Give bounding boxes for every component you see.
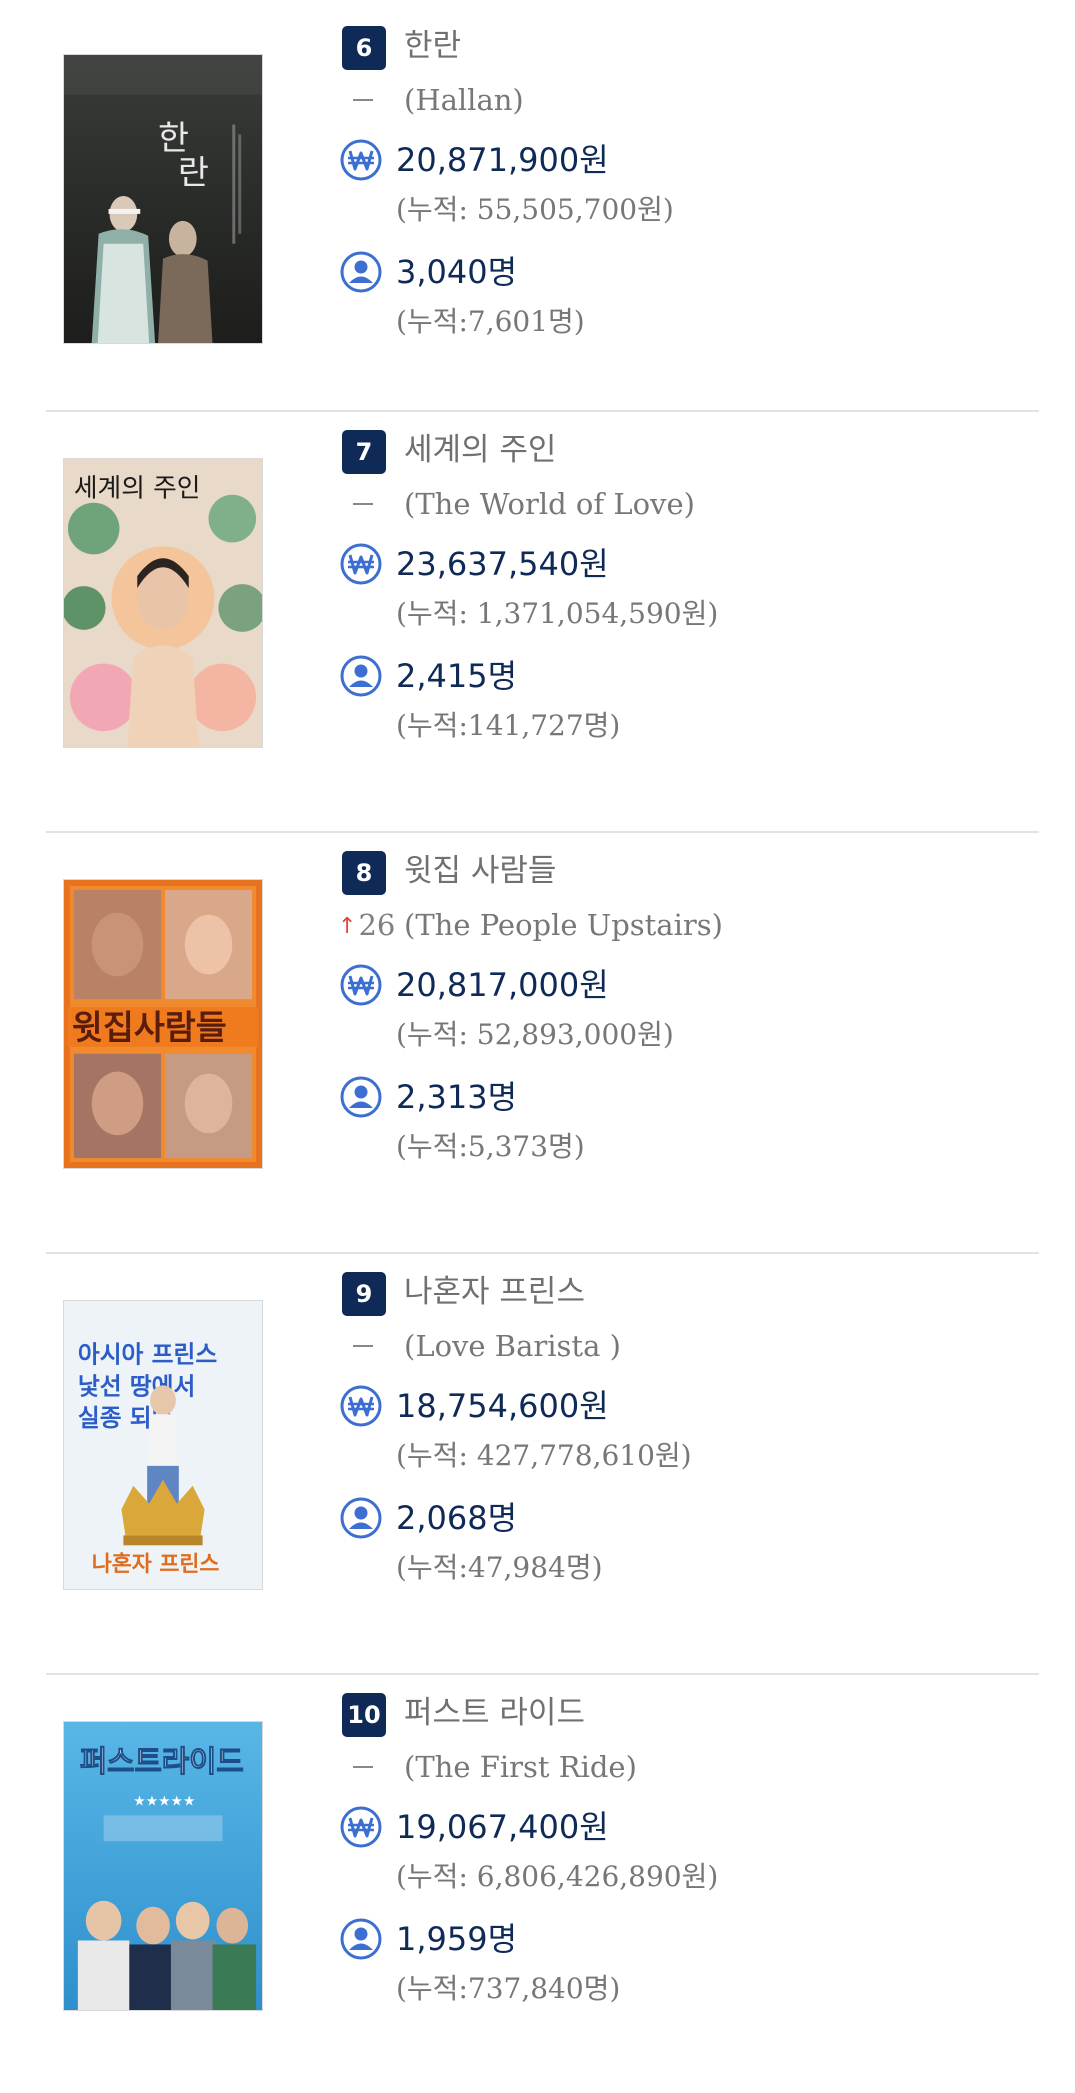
list-divider bbox=[46, 410, 1039, 412]
cumulative-audience: (누적:47,984명) bbox=[396, 1551, 603, 1584]
daily-sales: 23,637,540원 bbox=[396, 545, 609, 583]
cumulative-audience: (누적:5,373명) bbox=[396, 1130, 585, 1163]
up-arrow-icon: ↑ bbox=[338, 914, 357, 939]
movie-title-english: (The World of Love) bbox=[404, 487, 695, 521]
daily-audience: 1,959명 bbox=[396, 1920, 518, 1958]
cumulative-sales: (누적: 6,806,426,890원) bbox=[396, 1860, 719, 1893]
daily-sales: 20,817,000원 bbox=[396, 966, 609, 1004]
svg-text:퍼스트라이드: 퍼스트라이드 bbox=[80, 1745, 244, 1780]
movie-title-korean[interactable]: 한란 bbox=[404, 24, 461, 68]
rank-badge: 8 bbox=[342, 851, 386, 895]
svg-text:세계의 주인: 세계의 주인 bbox=[74, 474, 201, 504]
list-divider bbox=[46, 831, 1039, 833]
list-divider bbox=[46, 1673, 1039, 1675]
rank-badge: 6 bbox=[342, 26, 386, 70]
rank-change-indicator bbox=[338, 1326, 400, 1366]
won-currency-icon bbox=[339, 1805, 383, 1849]
daily-sales: 19,067,400원 bbox=[396, 1808, 609, 1846]
movie-title-english: (Love Barista ) bbox=[404, 1329, 621, 1363]
movie-list-item[interactable]: 한 란 6 한란 (Hallan) 20,871,900원 (누적: 55,50… bbox=[0, 6, 1075, 426]
dash-icon bbox=[353, 99, 373, 101]
movie-list-item[interactable]: 세계의 주인 7 세계의 주인 (The World of Love) 23,6… bbox=[0, 410, 1075, 830]
rank-badge: 9 bbox=[342, 1272, 386, 1316]
rank-change-indicator bbox=[338, 484, 400, 524]
svg-text:윗집사람들: 윗집사람들 bbox=[72, 1008, 227, 1047]
rank-badge: 7 bbox=[342, 430, 386, 474]
won-currency-icon bbox=[339, 963, 383, 1007]
movie-title-korean[interactable]: 윗집 사람들 bbox=[404, 849, 556, 893]
won-currency-icon bbox=[339, 138, 383, 182]
cumulative-sales: (누적: 52,893,000원) bbox=[396, 1018, 674, 1051]
rank-change-indicator bbox=[338, 80, 400, 120]
dash-icon bbox=[353, 1345, 373, 1347]
daily-audience: 2,313명 bbox=[396, 1078, 518, 1116]
box-office-list: 한 란 6 한란 (Hallan) 20,871,900원 (누적: 55,50… bbox=[0, 0, 1075, 2077]
movie-title-korean[interactable]: 퍼스트 라이드 bbox=[404, 1691, 585, 1735]
list-divider bbox=[46, 1252, 1039, 1254]
movie-title-korean[interactable]: 세계의 주인 bbox=[404, 428, 556, 472]
person-icon bbox=[339, 1917, 383, 1961]
person-icon bbox=[339, 654, 383, 698]
svg-text:★★★★★: ★★★★★ bbox=[133, 1793, 195, 1809]
daily-sales: 20,871,900원 bbox=[396, 141, 609, 179]
daily-audience: 2,415명 bbox=[396, 657, 518, 695]
movie-poster[interactable]: 퍼스트라이드 ★★★★★ bbox=[63, 1721, 263, 2011]
svg-text:아시아 프린스: 아시아 프린스 bbox=[78, 1341, 217, 1369]
movie-list-item[interactable]: 아시아 프린스 낯선 땅에서 실종 되다 나혼자 프린스 9 나혼자 프린스 (… bbox=[0, 1252, 1075, 1672]
daily-audience: 3,040명 bbox=[396, 253, 518, 291]
cumulative-sales: (누적: 427,778,610원) bbox=[396, 1439, 692, 1472]
svg-text:나혼자 프린스: 나혼자 프린스 bbox=[92, 1552, 220, 1577]
won-currency-icon bbox=[339, 1384, 383, 1428]
cumulative-audience: (누적:7,601명) bbox=[396, 305, 585, 338]
rank-change-indicator bbox=[338, 1747, 400, 1787]
movie-title-english: (The People Upstairs) bbox=[404, 908, 723, 942]
movie-poster[interactable]: 윗집사람들 bbox=[63, 879, 263, 1169]
movie-title-english: (The First Ride) bbox=[404, 1750, 637, 1784]
movie-poster[interactable]: 세계의 주인 bbox=[63, 458, 263, 748]
svg-text:낯선 땅에서: 낯선 땅에서 bbox=[78, 1372, 196, 1400]
movie-title-korean[interactable]: 나혼자 프린스 bbox=[404, 1270, 585, 1314]
cumulative-audience: (누적:141,727명) bbox=[396, 709, 621, 742]
daily-audience: 2,068명 bbox=[396, 1499, 518, 1537]
won-currency-icon bbox=[339, 542, 383, 586]
daily-sales: 18,754,600원 bbox=[396, 1387, 609, 1425]
movie-list-item[interactable]: 퍼스트라이드 ★★★★★ 10 퍼스트 라이드 (The First Ride)… bbox=[0, 1673, 1075, 2093]
movie-poster[interactable]: 아시아 프린스 낯선 땅에서 실종 되다 나혼자 프린스 bbox=[63, 1300, 263, 1590]
person-icon bbox=[339, 250, 383, 294]
cumulative-sales: (누적: 1,371,054,590원) bbox=[396, 597, 719, 630]
rank-change-value: 26 bbox=[358, 908, 396, 942]
cumulative-sales: (누적: 55,505,700원) bbox=[396, 193, 674, 226]
person-icon bbox=[339, 1496, 383, 1540]
movie-list-item[interactable]: 윗집사람들 8 윗집 사람들 ↑26 (The People Upstairs)… bbox=[0, 831, 1075, 1251]
dash-icon bbox=[353, 1766, 373, 1768]
rank-badge: 10 bbox=[342, 1693, 386, 1737]
svg-text:한: 한 bbox=[158, 118, 189, 157]
svg-text:란: 란 bbox=[178, 153, 209, 192]
movie-title-english: (Hallan) bbox=[404, 83, 524, 117]
cumulative-audience: (누적:737,840명) bbox=[396, 1972, 621, 2005]
movie-poster[interactable]: 한 란 bbox=[63, 54, 263, 344]
dash-icon bbox=[353, 503, 373, 505]
rank-change-indicator: ↑26 bbox=[338, 905, 400, 945]
person-icon bbox=[339, 1075, 383, 1119]
